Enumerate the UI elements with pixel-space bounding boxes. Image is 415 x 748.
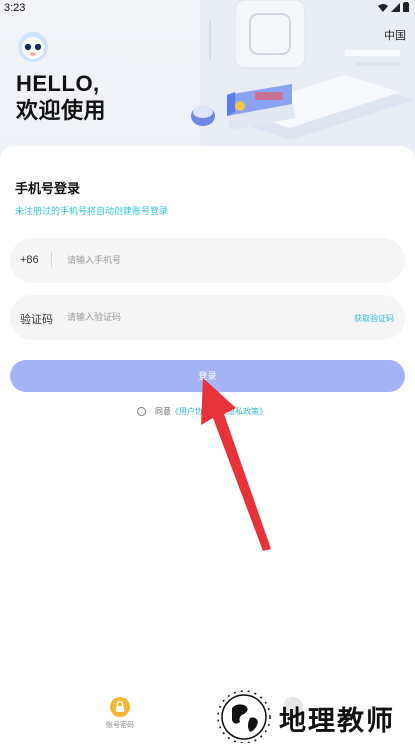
phone-field[interactable]: +86 [10,238,405,283]
status-bar: 3:23 [0,0,415,18]
privacy-policy-link[interactable]: 《隐私政策》 [219,406,267,417]
user-agreement-link[interactable]: 《用户协议》 [171,406,219,417]
signal-icon [391,2,400,12]
password-login-label: 账号密码 [106,722,134,729]
login-subtitle: 未注册过的手机号将自动创建账号登录 [15,206,169,216]
verification-input[interactable] [67,308,287,326]
status-icons [378,2,409,12]
welcome-heading: HELLO, 欢迎使用 [16,70,106,124]
lock-icon [110,697,130,717]
battery-icon [403,2,409,12]
mascot-icon [18,32,48,62]
header-banner: HELLO, 欢迎使用 中国 [0,0,415,165]
agreement-row: 同意 《用户协议》 《隐私政策》 [137,406,267,417]
password-login-option[interactable]: 账号密码 [90,697,150,730]
greeting-line-1: HELLO, [16,71,100,96]
watermark-globe-icon [217,690,271,744]
greeting-line-2: 欢迎使用 [16,98,107,123]
agree-text: 同意 [155,407,171,416]
get-code-button[interactable]: 获取验证码 [354,313,394,324]
verification-field[interactable]: 验证码 获取验证码 [10,295,405,340]
watermark: 地理教师 [212,690,415,744]
device-illustration [191,0,415,165]
region-selector[interactable]: 中国 [384,27,406,43]
login-button[interactable]: 登录 [10,360,405,392]
login-title: 手机号登录 [15,181,81,196]
country-code[interactable]: +86 [20,254,39,266]
status-time: 3:23 [4,2,26,14]
watermark-text: 地理教师 [279,706,395,737]
verification-label: 验证码 [20,314,53,326]
login-card [0,146,415,743]
wifi-icon [378,3,388,12]
phone-input[interactable] [67,251,287,269]
divider [51,252,52,267]
agreement-checkbox[interactable] [137,407,146,416]
